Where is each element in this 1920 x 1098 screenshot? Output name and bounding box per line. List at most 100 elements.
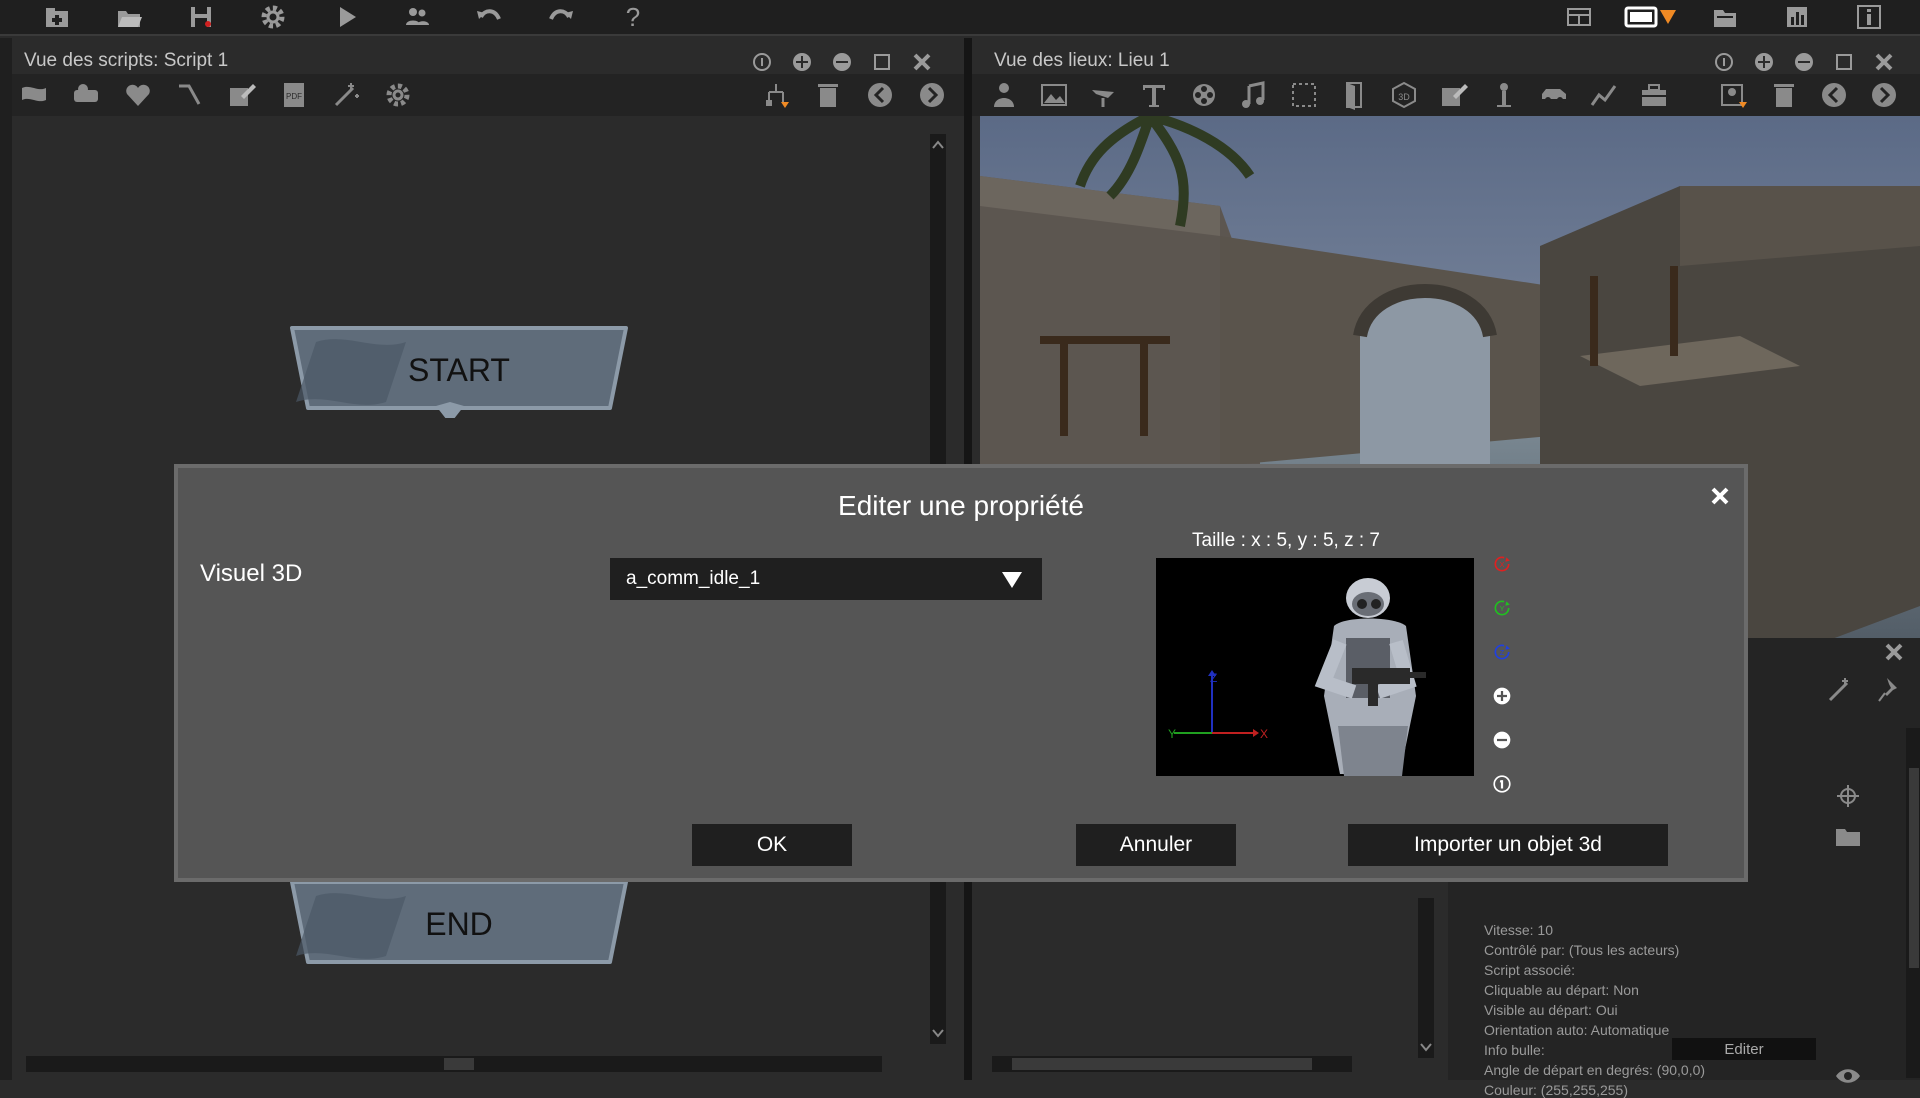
flag-tool-icon[interactable] <box>16 77 52 113</box>
layout-split-icon[interactable] <box>1562 0 1596 34</box>
prev-icon[interactable] <box>862 77 898 113</box>
svg-text:Z: Z <box>1500 648 1505 657</box>
import-3d-button[interactable]: Importer un objet 3d <box>1348 824 1668 866</box>
edit-property-dialog: Editer une propriété Visuel 3D a_comm_id… <box>174 464 1748 882</box>
start-node[interactable]: START <box>286 322 632 418</box>
undo-icon[interactable] <box>472 0 506 34</box>
prop-script: Script associé: <box>1484 962 1576 978</box>
zone-tool-icon[interactable] <box>1086 77 1122 113</box>
path-tool-icon[interactable] <box>1586 77 1622 113</box>
image-tool-icon[interactable] <box>1036 77 1072 113</box>
properties-pin-icon[interactable] <box>1872 672 1908 708</box>
properties-folder-icon[interactable] <box>1830 818 1866 854</box>
main-toolbar: ? <box>0 0 1920 36</box>
cursor-tool-icon[interactable] <box>68 77 104 113</box>
loc-trash-icon[interactable] <box>1766 77 1802 113</box>
prop-color: Couleur: (255,255,255) <box>1484 1082 1628 1098</box>
magic-wand-icon[interactable] <box>328 77 364 113</box>
reset-view-icon[interactable] <box>1484 766 1520 802</box>
actor-tool-icon[interactable] <box>986 77 1022 113</box>
help-icon[interactable]: ? <box>616 0 650 34</box>
svg-text:X: X <box>1500 560 1505 569</box>
locations-tools: 3D <box>972 74 1920 116</box>
trash-icon[interactable] <box>810 77 846 113</box>
prop-clickable: Cliquable au départ: Non <box>1484 982 1639 998</box>
film-tool-icon[interactable] <box>1186 77 1222 113</box>
pdf-icon[interactable]: PDF <box>276 77 312 113</box>
field-label: Visuel 3D <box>200 560 303 587</box>
settings-gear-icon[interactable] <box>256 0 290 34</box>
panel-close-icon[interactable] <box>910 50 934 74</box>
scripts-panel-title: Vue des scripts: Script 1 <box>24 50 229 71</box>
zoom-out-icon[interactable] <box>1484 722 1520 758</box>
ok-button[interactable]: OK <box>692 824 852 866</box>
scripts-hscroll-thumb[interactable] <box>444 1058 474 1070</box>
loc-panel-info-icon[interactable] <box>1712 50 1736 74</box>
heart-tool-icon[interactable] <box>120 77 156 113</box>
svg-text:PDF: PDF <box>286 92 302 101</box>
panel-minimize-icon[interactable] <box>830 50 854 74</box>
prop-edit-button[interactable]: Editer <box>1672 1038 1816 1060</box>
prop-angle: Angle de départ en degrés: (90,0,0) <box>1484 1062 1706 1078</box>
window-mode-icon[interactable] <box>1624 4 1680 32</box>
properties-vscroll-thumb[interactable] <box>1909 768 1919 968</box>
next-icon[interactable] <box>914 77 950 113</box>
svg-text:?: ? <box>626 3 640 31</box>
axis-x-label: X <box>1260 727 1268 741</box>
loc-next-icon[interactable] <box>1866 77 1902 113</box>
loc-panel-add-icon[interactable] <box>1752 50 1776 74</box>
folder-icon[interactable] <box>1708 0 1742 34</box>
end-node[interactable]: END <box>286 876 632 972</box>
panel-info-icon[interactable] <box>750 50 774 74</box>
hierarchy-icon[interactable] <box>758 77 794 113</box>
zoom-in-icon[interactable] <box>1484 678 1520 714</box>
loc-panel-minimize-icon[interactable] <box>1792 50 1816 74</box>
rotate-y-icon[interactable]: Y <box>1484 590 1520 626</box>
properties-vscroll[interactable] <box>1906 728 1920 1078</box>
info-icon[interactable] <box>1852 0 1886 34</box>
scene-hscroll[interactable] <box>992 1056 1352 1072</box>
play-icon[interactable] <box>330 0 364 34</box>
panel-left-border <box>0 38 12 1080</box>
map-pin-icon[interactable] <box>1716 77 1752 113</box>
text-tool-icon[interactable] <box>1136 77 1172 113</box>
visual-select[interactable]: a_comm_idle_1 <box>610 558 1042 600</box>
chart-icon[interactable] <box>1780 0 1814 34</box>
object3d-tool-icon[interactable]: 3D <box>1386 77 1422 113</box>
properties-close-icon[interactable] <box>1882 640 1906 664</box>
link-tool-icon[interactable] <box>172 77 208 113</box>
toolbox-icon[interactable] <box>1636 77 1672 113</box>
loc-panel-close-icon[interactable] <box>1872 50 1896 74</box>
dialog-title: Editer une propriété <box>838 490 1084 521</box>
users-icon[interactable] <box>400 0 434 34</box>
loc-panel-maximize-icon[interactable] <box>1832 50 1856 74</box>
scene-vscroll[interactable] <box>1418 898 1434 1058</box>
redo-icon[interactable] <box>544 0 578 34</box>
panel-maximize-icon[interactable] <box>870 50 894 74</box>
cancel-button[interactable]: Annuler <box>1076 824 1236 866</box>
model-preview[interactable]: Z Y X <box>1156 558 1474 776</box>
new-project-icon[interactable] <box>40 0 74 34</box>
script-settings-icon[interactable] <box>380 77 416 113</box>
save-icon[interactable] <box>184 0 218 34</box>
scene-hscroll-thumb[interactable] <box>1012 1058 1312 1070</box>
scripts-hscroll[interactable] <box>26 1056 882 1072</box>
selection-tool-icon[interactable] <box>1286 77 1322 113</box>
music-tool-icon[interactable] <box>1236 77 1272 113</box>
loc-prev-icon[interactable] <box>1816 77 1852 113</box>
properties-target-icon[interactable] <box>1830 778 1866 814</box>
loc-edit-note-icon[interactable] <box>1436 77 1472 113</box>
door-tool-icon[interactable] <box>1336 77 1372 113</box>
dialog-close-icon[interactable] <box>1708 484 1732 508</box>
vehicle-tool-icon[interactable] <box>1536 77 1572 113</box>
marker-tool-icon[interactable] <box>1486 77 1522 113</box>
rotate-x-icon[interactable]: X <box>1484 546 1520 582</box>
open-folder-icon[interactable] <box>112 0 146 34</box>
properties-wand-icon[interactable] <box>1822 672 1858 708</box>
prop-tooltip: Info bulle: <box>1484 1042 1545 1058</box>
svg-text:Y: Y <box>1500 604 1505 613</box>
panel-add-icon[interactable] <box>790 50 814 74</box>
properties-eye-icon[interactable] <box>1830 1058 1866 1094</box>
edit-note-icon[interactable] <box>224 77 260 113</box>
rotate-z-icon[interactable]: Z <box>1484 634 1520 670</box>
